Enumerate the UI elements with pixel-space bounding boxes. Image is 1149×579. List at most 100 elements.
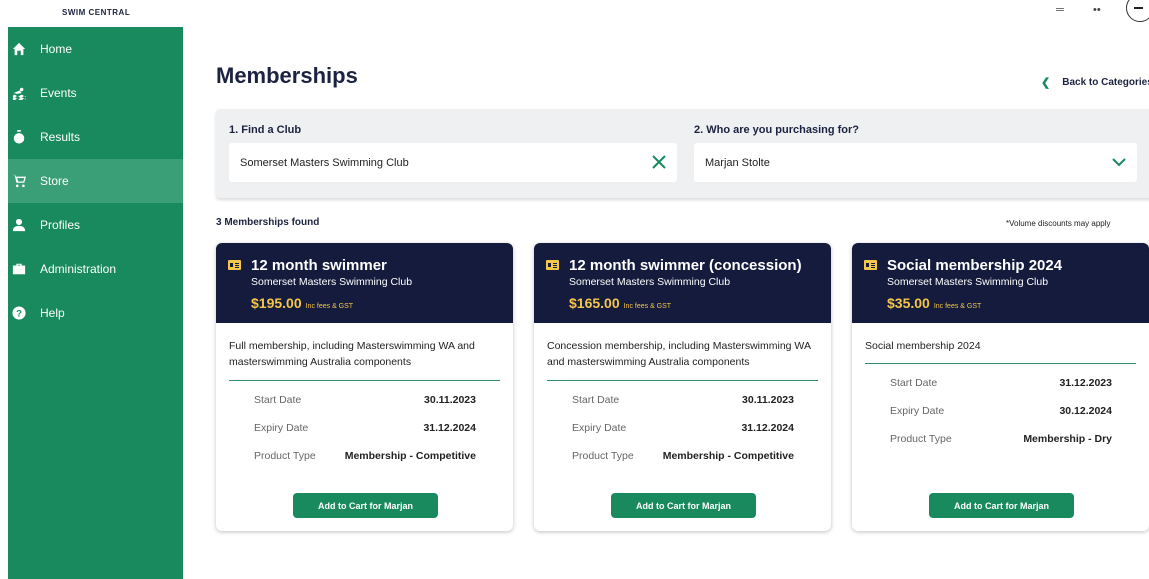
cart-icon	[12, 174, 26, 188]
sidebar-item-events[interactable]: Events	[8, 71, 183, 115]
card-price-note: Inc fees & GST	[623, 303, 672, 310]
briefcase-icon	[12, 262, 26, 276]
user-avatar[interactable]	[1126, 0, 1149, 22]
add-to-cart-button[interactable]: Add to Cart for Marjan	[611, 493, 756, 518]
detail-key: Start Date	[890, 377, 938, 389]
detail-value: Membership - Competitive	[344, 450, 476, 462]
card-divider	[865, 363, 1136, 364]
club-search-input[interactable]: Somerset Masters Swimming Club	[229, 143, 677, 182]
more-icon[interactable]: ••	[1093, 4, 1101, 16]
card-club: Somerset Masters Swimming Club	[251, 276, 413, 288]
detail-key: Expiry Date	[890, 405, 945, 417]
card-divider	[229, 380, 500, 381]
sidebar-item-home[interactable]: Home	[8, 27, 183, 71]
detail-key: Expiry Date	[254, 422, 309, 434]
card-title: Social membership 2024	[887, 257, 1063, 274]
detail-row: Expiry Date 31.12.2024	[572, 422, 794, 450]
detail-key: Start Date	[254, 394, 302, 406]
sidebar-item-profiles[interactable]: Profiles	[8, 203, 183, 247]
detail-value: 30.12.2024	[1059, 405, 1112, 417]
detail-value: 31.12.2024	[423, 422, 476, 434]
membership-card: 12 month swimmer Somerset Masters Swimmi…	[216, 243, 513, 531]
sidebar-item-label: Store	[40, 174, 69, 188]
club-filter-label: 1. Find a Club	[229, 124, 302, 136]
purchaser-select[interactable]: Marjan Stolte	[694, 143, 1137, 182]
card-description: Concession membership, including Masters…	[547, 340, 811, 368]
page-title: Memberships	[216, 63, 358, 88]
top-header: SWIM CENTRAL ═ ••	[0, 0, 1149, 27]
detail-row: Product Type Membership - Competitive	[572, 450, 794, 478]
back-to-categories-link[interactable]: ❮ Back to Categories	[1041, 76, 1149, 89]
detail-key: Product Type	[254, 450, 316, 462]
detail-value: Membership - Dry	[1023, 433, 1112, 445]
help-icon: ?	[12, 306, 26, 320]
card-title: 12 month swimmer (concession)	[569, 257, 802, 274]
sidebar-item-store[interactable]: Store	[8, 159, 183, 203]
card-price: $35.00 Inc fees & GST	[887, 295, 981, 311]
detail-value: 30.11.2023	[424, 394, 476, 406]
detail-key: Expiry Date	[572, 422, 627, 434]
home-icon	[12, 42, 26, 56]
detail-row: Start Date 30.11.2023	[254, 394, 476, 422]
person-icon	[12, 218, 26, 232]
sidebar-item-label: Events	[40, 86, 77, 100]
detail-key: Product Type	[572, 450, 634, 462]
sidebar-item-label: Results	[40, 130, 81, 144]
card-details: Start Date 30.11.2023 Expiry Date 31.12.20…	[572, 394, 794, 478]
card-price-note: Inc fees & GST	[933, 303, 982, 310]
id-card-icon	[228, 260, 241, 270]
chevron-left-icon: ❮	[1041, 77, 1051, 89]
sidebar-item-label: Home	[40, 42, 73, 56]
back-link-label: Back to Categories	[1062, 77, 1149, 88]
card-details: Start Date 30.11.2023 Expiry Date 31.12.20…	[254, 394, 476, 478]
membership-card: 12 month swimmer (concession) Somerset M…	[534, 243, 831, 531]
main-content: Memberships ❮ Back to Categories 1. Find…	[183, 27, 1149, 579]
card-header: Social membership 2024 Somerset Masters …	[852, 243, 1149, 323]
filter-panel: 1. Find a Club Somerset Masters Swimming…	[216, 109, 1149, 198]
add-to-cart-button[interactable]: Add to Cart for Marjan	[293, 493, 438, 518]
id-card-icon	[546, 260, 559, 270]
detail-row: Product Type Membership - Competitive	[254, 450, 476, 478]
minus-icon	[1134, 7, 1143, 9]
sidebar-item-results[interactable]: Results	[8, 115, 183, 159]
clear-icon[interactable]	[651, 154, 667, 170]
sidebar-item-label: Profiles	[40, 218, 81, 232]
card-price: $195.00 Inc fees & GST	[251, 295, 353, 311]
brand-logo-text[interactable]: SWIM CENTRAL	[62, 8, 130, 17]
card-price: $165.00 Inc fees & GST	[569, 295, 671, 311]
sidebar-nav: Home Events Results Store Profiles Admin…	[8, 27, 183, 579]
card-description: Full membership, including Masterswimmin…	[229, 340, 475, 368]
detail-value: Membership - Competitive	[662, 450, 794, 462]
svg-text:?: ?	[16, 309, 22, 320]
sidebar-item-label: Administration	[40, 262, 117, 276]
sidebar-item-help[interactable]: ? Help	[8, 291, 183, 335]
purchaser-select-value: Marjan Stolte	[705, 156, 770, 169]
stopwatch-icon	[12, 130, 26, 144]
card-price-value: $165.00	[569, 295, 620, 311]
detail-key: Product Type	[890, 433, 952, 445]
card-description: Social membership 2024	[865, 340, 981, 352]
detail-value: 31.12.2024	[741, 422, 794, 434]
app-root: SWIM CENTRAL ═ •• Home Events Results St…	[0, 0, 1149, 579]
detail-value: 30.11.2023	[742, 394, 794, 406]
filter-icon[interactable]: ═	[1056, 4, 1064, 16]
card-club: Somerset Masters Swimming Club	[887, 276, 1049, 288]
volume-discount-note: *Volume discounts may apply	[1006, 219, 1111, 228]
detail-row: Expiry Date 31.12.2024	[254, 422, 476, 450]
add-to-cart-button[interactable]: Add to Cart for Marjan	[929, 493, 1074, 518]
detail-row: Expiry Date 30.12.2024	[890, 405, 1112, 433]
card-header: 12 month swimmer (concession) Somerset M…	[534, 243, 831, 323]
card-title: 12 month swimmer	[251, 257, 387, 274]
detail-key: Start Date	[572, 394, 620, 406]
detail-value: 31.12.2023	[1059, 377, 1112, 389]
club-search-value: Somerset Masters Swimming Club	[240, 156, 409, 169]
card-details: Start Date 31.12.2023 Expiry Date 30.12.20…	[890, 377, 1112, 461]
card-price-value: $35.00	[887, 295, 930, 311]
results-count: 3 Memberships found	[216, 217, 320, 228]
id-card-icon	[864, 260, 877, 270]
sidebar-item-administration[interactable]: Administration	[8, 247, 183, 291]
membership-card: Social membership 2024 Somerset Masters …	[852, 243, 1149, 531]
swimmer-icon	[12, 86, 26, 100]
detail-row: Product Type Membership - Dry	[890, 433, 1112, 461]
purchaser-filter-label: 2. Who are you purchasing for?	[694, 124, 860, 136]
